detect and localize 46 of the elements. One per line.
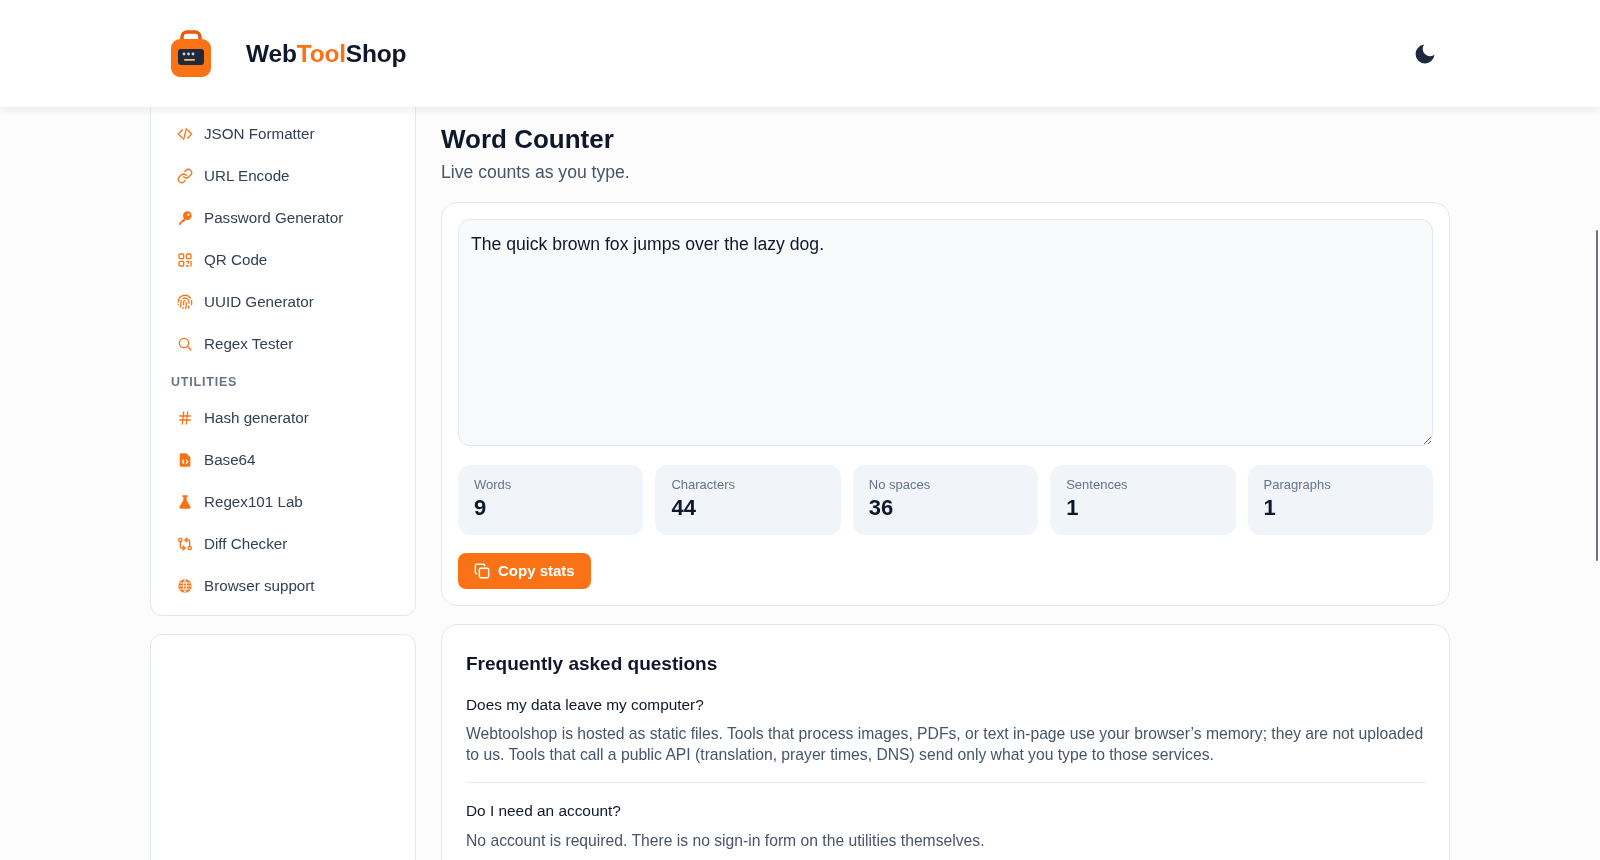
- stat-label: Paragraphs: [1263, 477, 1331, 493]
- qr-code-icon: [177, 252, 193, 268]
- faq-answer: Webtoolshop is hosted as static files. Tools that process images, PDFs, or text in-page use your browser’s memory; they are not uploaded to us. Tools that call a public API (translation, prayer times, DNS) send only what you type to those services.: [466, 724, 1425, 765]
- link-icon: [177, 168, 193, 184]
- sidebar-link[interactable]: Regex101 Lab: [163, 481, 403, 523]
- stat-label: Sentences: [1066, 477, 1128, 493]
- stat-label: No spaces: [868, 477, 931, 493]
- sidebar-link[interactable]: QR Code: [163, 239, 403, 281]
- code-icon: [177, 126, 193, 142]
- faq-question: Does my data leave my computer?: [466, 695, 704, 715]
- sidebar-link[interactable]: Regex Tester: [163, 323, 403, 365]
- fingerprint-icon: [177, 294, 193, 310]
- stat-value: 1: [1066, 495, 1079, 521]
- sidebar-link[interactable]: Diff Checker: [163, 523, 403, 565]
- search-icon: [177, 336, 193, 352]
- section-heading: UTILITIES: [170, 374, 239, 391]
- sidebar-link[interactable]: Password Generator: [163, 197, 403, 239]
- sidebar-link[interactable]: Hash generator: [163, 397, 403, 439]
- text-input[interactable]: The quick brown fox jumps over the lazy dog.: [458, 219, 1433, 446]
- globe-icon: [177, 578, 193, 594]
- moon-icon: [1415, 43, 1435, 64]
- faq-question: Do I need an account?: [466, 801, 621, 821]
- hash-icon: [177, 410, 193, 426]
- faq-answer: No account is required. There is no sign-in form on the utilities themselves.: [466, 831, 986, 851]
- file-code-icon: [177, 452, 193, 468]
- key-icon: [177, 210, 193, 226]
- stat-value: 1: [1263, 495, 1276, 521]
- sidebar-link[interactable]: UUID Generator: [163, 281, 403, 323]
- logo-icon[interactable]: [169, 29, 213, 78]
- compare-arrows-icon: [177, 536, 193, 552]
- faq-heading: Frequently asked questions: [466, 652, 718, 676]
- sidebar-link[interactable]: Base64: [163, 439, 403, 481]
- sidebar-link[interactable]: Browser support: [163, 565, 403, 607]
- site-title[interactable]: WebToolShop: [246, 38, 407, 69]
- scrollbar-thumb[interactable]: [1596, 230, 1598, 561]
- sidebar-link[interactable]: URL Encode: [163, 155, 403, 197]
- sidebar-link[interactable]: JSON Formatter: [163, 113, 403, 155]
- stat-value: 36: [868, 495, 894, 521]
- page-title: Word Counter: [441, 123, 614, 155]
- stat-value: 44: [671, 495, 696, 521]
- stat-label: Words: [474, 477, 512, 493]
- page-subtitle: Live counts as you type.: [441, 161, 630, 184]
- stat-label: Characters: [671, 477, 735, 493]
- flask-icon: [177, 494, 193, 510]
- copy-icon: [474, 563, 490, 579]
- stat-value: 9: [474, 495, 487, 521]
